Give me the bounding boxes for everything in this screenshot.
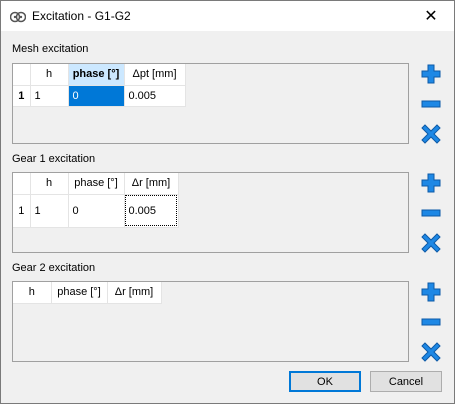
x-icon: [421, 342, 441, 362]
mesh-excitation-grid[interactable]: h phase [°] Δpt [mm] 1 1 0 0.005: [12, 63, 409, 144]
grid-corner: [13, 64, 31, 86]
gear1-add-button[interactable]: [420, 172, 442, 194]
column-header-phase[interactable]: phase [°]: [51, 282, 108, 304]
column-header-h[interactable]: h: [30, 64, 69, 86]
table-row[interactable]: 1 1 0 0.005: [13, 85, 186, 107]
grid-corner: [13, 173, 31, 195]
column-header-delta-r[interactable]: Δr [mm]: [107, 282, 162, 304]
close-icon: ✕: [424, 8, 438, 25]
plus-icon: [421, 173, 441, 193]
cancel-button[interactable]: Cancel: [370, 371, 442, 392]
cell-h[interactable]: 1: [30, 85, 69, 107]
minus-icon: [421, 100, 441, 108]
mesh-delete-button[interactable]: [420, 123, 442, 145]
cell-delta-pt[interactable]: 0.005: [124, 85, 186, 107]
gear2-add-button[interactable]: [420, 281, 442, 303]
gear2-excitation-grid[interactable]: h phase [°] Δr [mm]: [12, 281, 409, 362]
window-title: Excitation - G1-G2: [32, 9, 131, 23]
minus-icon: [421, 318, 441, 326]
column-header-delta-r[interactable]: Δr [mm]: [124, 173, 179, 195]
column-header-h[interactable]: h: [30, 173, 69, 195]
grid-header-row: h phase [°] Δpt [mm]: [13, 64, 186, 86]
row-header[interactable]: 1: [13, 85, 31, 107]
row-header[interactable]: 1: [13, 194, 31, 228]
column-header-h[interactable]: h: [13, 282, 52, 304]
gear2-delete-button[interactable]: [420, 341, 442, 363]
close-button[interactable]: ✕: [408, 1, 454, 31]
title-bar: Excitation - G1-G2 ✕: [1, 1, 454, 31]
gear1-delete-button[interactable]: [420, 232, 442, 254]
gear2-remove-button[interactable]: [420, 311, 442, 333]
column-header-phase[interactable]: phase [°]: [68, 173, 125, 195]
excitation-dialog: Excitation - G1-G2 ✕ Mesh excitation h p…: [0, 0, 455, 404]
x-icon: [421, 124, 441, 144]
cell-phase[interactable]: 0: [68, 85, 125, 107]
mesh-remove-button[interactable]: [420, 93, 442, 115]
mesh-excitation-label: Mesh excitation: [12, 43, 89, 55]
table-row[interactable]: 1 1 0 0.005: [13, 194, 179, 228]
gear1-remove-button[interactable]: [420, 202, 442, 224]
plus-icon: [421, 282, 441, 302]
cell-h[interactable]: 1: [30, 194, 69, 228]
gear1-excitation-label: Gear 1 excitation: [12, 153, 96, 165]
app-icon: [10, 11, 26, 23]
x-icon: [421, 233, 441, 253]
gear1-excitation-grid[interactable]: h phase [°] Δr [mm] 1 1 0 0.005: [12, 172, 409, 253]
gear2-excitation-label: Gear 2 excitation: [12, 262, 96, 274]
column-header-delta-pt[interactable]: Δpt [mm]: [124, 64, 186, 86]
plus-icon: [421, 64, 441, 84]
ok-button[interactable]: OK: [289, 371, 361, 392]
grid-header-row: h phase [°] Δr [mm]: [13, 282, 162, 304]
cell-phase[interactable]: 0: [68, 194, 125, 228]
column-header-phase[interactable]: phase [°]: [68, 64, 125, 86]
minus-icon: [421, 209, 441, 217]
grid-header-row: h phase [°] Δr [mm]: [13, 173, 179, 195]
mesh-add-button[interactable]: [420, 63, 442, 85]
cell-delta-r[interactable]: 0.005: [124, 194, 179, 228]
